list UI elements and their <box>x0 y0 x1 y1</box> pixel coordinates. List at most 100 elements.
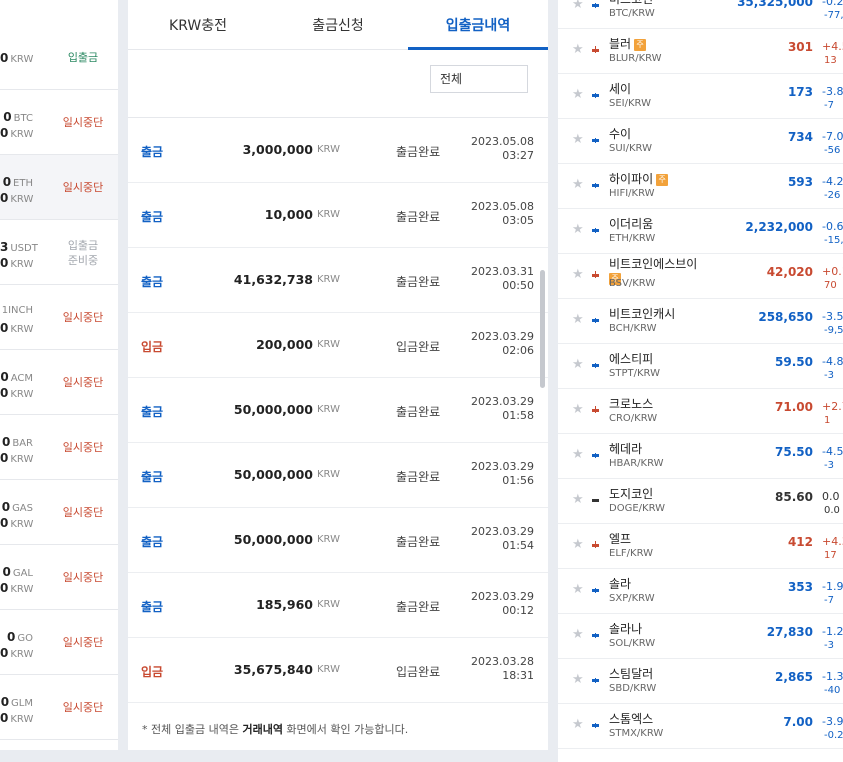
asset-row[interactable]: 0 BTC 0 KRW 일시중단 <box>0 90 118 155</box>
favorite-star-icon[interactable]: ★ <box>572 538 584 551</box>
coin-change-amount: -77,0 <box>824 10 843 21</box>
market-row[interactable]: ★ 이더리움 ETH/KRW 2,232,000 -0.6 -15,0 <box>558 209 843 254</box>
asset-coin-value: 0 <box>7 630 16 644</box>
asset-status[interactable]: 일시중단 <box>50 440 116 455</box>
coin-change-amount: 0.0 <box>824 505 840 516</box>
coin-name: 세이 <box>609 80 631 97</box>
asset-status[interactable]: 일시중단 <box>50 635 116 650</box>
history-date: 2023.03.29 <box>471 395 534 408</box>
coin-pair: ETH/KRW <box>609 233 656 244</box>
asset-krw-balance: 0 KRW <box>0 256 34 270</box>
market-row[interactable]: ★ 도지코인 DOGE/KRW 85.60 0.0 0.0 <box>558 479 843 524</box>
asset-row[interactable]: 0 KRW 입출금 <box>0 25 118 90</box>
asset-row[interactable]: 0 BAR 0 KRW 일시중단 <box>0 415 118 480</box>
history-list[interactable]: 출금 3,000,000 KRW 출금완료 2023.05.08 03:27 출금 10,00… <box>128 117 548 707</box>
market-row[interactable]: ★ 스톰엑스 STMX/KRW 7.00 -3.9 -0.2 <box>558 704 843 749</box>
favorite-star-icon[interactable]: ★ <box>572 448 584 461</box>
history-row: 출금 50,000,000 KRW 출금완료 2023.03.29 01:58 <box>128 378 548 443</box>
history-scrollbar[interactable] <box>540 270 545 388</box>
favorite-star-icon[interactable]: ★ <box>572 313 584 326</box>
market-row[interactable]: ★비트코인에스브이주BSV/KRW42,020+0.170 <box>558 254 843 299</box>
asset-status[interactable]: 일시중단 <box>50 375 116 390</box>
asset-balance-value: 0 <box>0 51 9 65</box>
trend-icon <box>592 633 599 638</box>
asset-row[interactable]: 0 GO 0 KRW 일시중단 <box>0 610 118 675</box>
history-filter-select[interactable]: 전체 <box>430 65 528 93</box>
asset-row[interactable]: 0 GAS 0 KRW 일시중단 <box>0 480 118 545</box>
favorite-star-icon[interactable]: ★ <box>572 403 584 416</box>
history-status: 출금완료 <box>396 600 441 614</box>
asset-row[interactable]: 3 USDT 0 KRW 입출금 준비중 <box>0 220 118 285</box>
asset-status[interactable]: 입출금 준비중 <box>50 238 116 268</box>
coin-change-amount: 13 <box>824 55 837 66</box>
favorite-star-icon[interactable]: ★ <box>572 133 584 146</box>
market-row[interactable]: ★ 솔라나 SOL/KRW 27,830 -1.2 -3 <box>558 614 843 659</box>
favorite-star-icon[interactable]: ★ <box>572 88 584 101</box>
coin-pair: STPT/KRW <box>609 368 660 379</box>
tab-krw-deposit[interactable]: KRW충전 <box>128 0 268 50</box>
favorite-star-icon[interactable]: ★ <box>572 0 584 11</box>
asset-row[interactable]: 0 ACM 0 KRW 일시중단 <box>0 350 118 415</box>
favorite-star-icon[interactable]: ★ <box>572 628 584 641</box>
market-row[interactable]: ★ 크로노스 CRO/KRW 71.00 +2.7 1 <box>558 389 843 434</box>
favorite-star-icon[interactable]: ★ <box>572 178 584 191</box>
favorite-star-icon[interactable]: ★ <box>572 673 584 686</box>
market-row[interactable]: ★ 에스티피 STPT/KRW 59.50 -4.8 -3 <box>558 344 843 389</box>
asset-status[interactable]: 일시중단 <box>50 115 116 130</box>
favorite-star-icon[interactable]: ★ <box>572 223 584 236</box>
asset-status[interactable]: 일시중단 <box>50 570 116 585</box>
coin-pair: SUI/KRW <box>609 143 652 154</box>
market-row[interactable]: ★ 비트코인캐시 BCH/KRW 258,650 -3.5 -9,5 <box>558 299 843 344</box>
history-row: 출금 10,000 KRW 출금완료 2023.05.08 03:05 <box>128 183 548 248</box>
asset-coin-value: 3 <box>0 240 9 254</box>
favorite-star-icon[interactable]: ★ <box>572 493 584 506</box>
history-unit: KRW <box>317 209 340 220</box>
asset-status[interactable]: 일시중단 <box>50 505 116 520</box>
coin-price: 27,830 <box>766 625 813 639</box>
trend-icon <box>592 499 599 502</box>
favorite-star-icon[interactable]: ★ <box>572 43 584 56</box>
favorite-star-icon[interactable]: ★ <box>572 718 584 731</box>
market-row[interactable]: ★ 헤데라 HBAR/KRW 75.50 -4.5 -3 <box>558 434 843 479</box>
history-time: 03:27 <box>502 149 534 162</box>
favorite-star-icon[interactable]: ★ <box>572 358 584 371</box>
asset-row[interactable]: 0 GLM 0 KRW 일시중단 <box>0 675 118 740</box>
coin-pair: SEI/KRW <box>609 98 651 109</box>
market-row[interactable]: ★ 수이 SUI/KRW 734 -7.0 -56 <box>558 119 843 164</box>
history-status: 입금완료 <box>396 340 441 354</box>
asset-row[interactable]: 0 GAL 0 KRW 일시중단 <box>0 545 118 610</box>
coin-change-percent: +4.3 <box>822 535 843 548</box>
history-unit: KRW <box>317 339 340 350</box>
market-row[interactable]: ★ 스팀달러 SBD/KRW 2,865 -1.3 -40 <box>558 659 843 704</box>
history-row: 출금 50,000,000 KRW 출금완료 2023.03.29 01:56 <box>128 443 548 508</box>
market-row[interactable]: ★ 비트코인 BTC/KRW 35,325,000 -0.2 -77,0 <box>558 0 843 29</box>
asset-status[interactable]: 일시중단 <box>50 180 116 195</box>
asset-krw-value: 0 <box>0 126 9 140</box>
coin-name: 솔라 <box>609 575 631 592</box>
market-row[interactable]: ★ 솔라 SXP/KRW 353 -1.9 -7 <box>558 569 843 614</box>
asset-krw-balance: 0 KRW <box>0 386 34 400</box>
history-row: 출금 50,000,000 KRW 출금완료 2023.03.29 01:54 <box>128 508 548 573</box>
market-row[interactable]: ★블러주BLUR/KRW301+4.513 <box>558 29 843 74</box>
market-row[interactable]: ★ 엘프 ELF/KRW 412 +4.3 17 <box>558 524 843 569</box>
coin-name: 도지코인 <box>609 485 653 502</box>
asset-status[interactable]: 일시중단 <box>50 310 116 325</box>
coin-name-text: 솔라 <box>609 577 632 591</box>
asset-status[interactable]: 일시중단 <box>50 700 116 715</box>
favorite-star-icon[interactable]: ★ <box>572 268 584 281</box>
trend-icon <box>592 228 599 233</box>
market-row[interactable]: ★ 하이파이 주 HIFI/KRW 593 -4.2 -26 <box>558 164 843 209</box>
tab-withdraw-request[interactable]: 출금신청 <box>268 0 408 50</box>
history-row: 출금 41,632,738 KRW 출금완료 2023.03.31 00:50 <box>128 248 548 313</box>
trend-icon <box>592 138 599 143</box>
asset-row[interactable]: 0 ETH 0 KRW 일시중단 <box>0 155 118 220</box>
favorite-star-icon[interactable]: ★ <box>572 583 584 596</box>
history-amount: 50,000,000 <box>233 402 313 417</box>
asset-row[interactable]: 1INCH 0 KRW 일시중단 <box>0 285 118 350</box>
history-amount: 10,000 <box>264 207 313 222</box>
market-row[interactable]: ★ 세이 SEI/KRW 173 -3.8 -7 <box>558 74 843 119</box>
coin-change-percent: +2.7 <box>822 400 843 413</box>
asset-status[interactable]: 입출금 <box>50 50 116 65</box>
tab-transfer-history[interactable]: 입출금내역 <box>408 0 548 50</box>
coin-change-percent: +0.1 <box>822 265 843 278</box>
